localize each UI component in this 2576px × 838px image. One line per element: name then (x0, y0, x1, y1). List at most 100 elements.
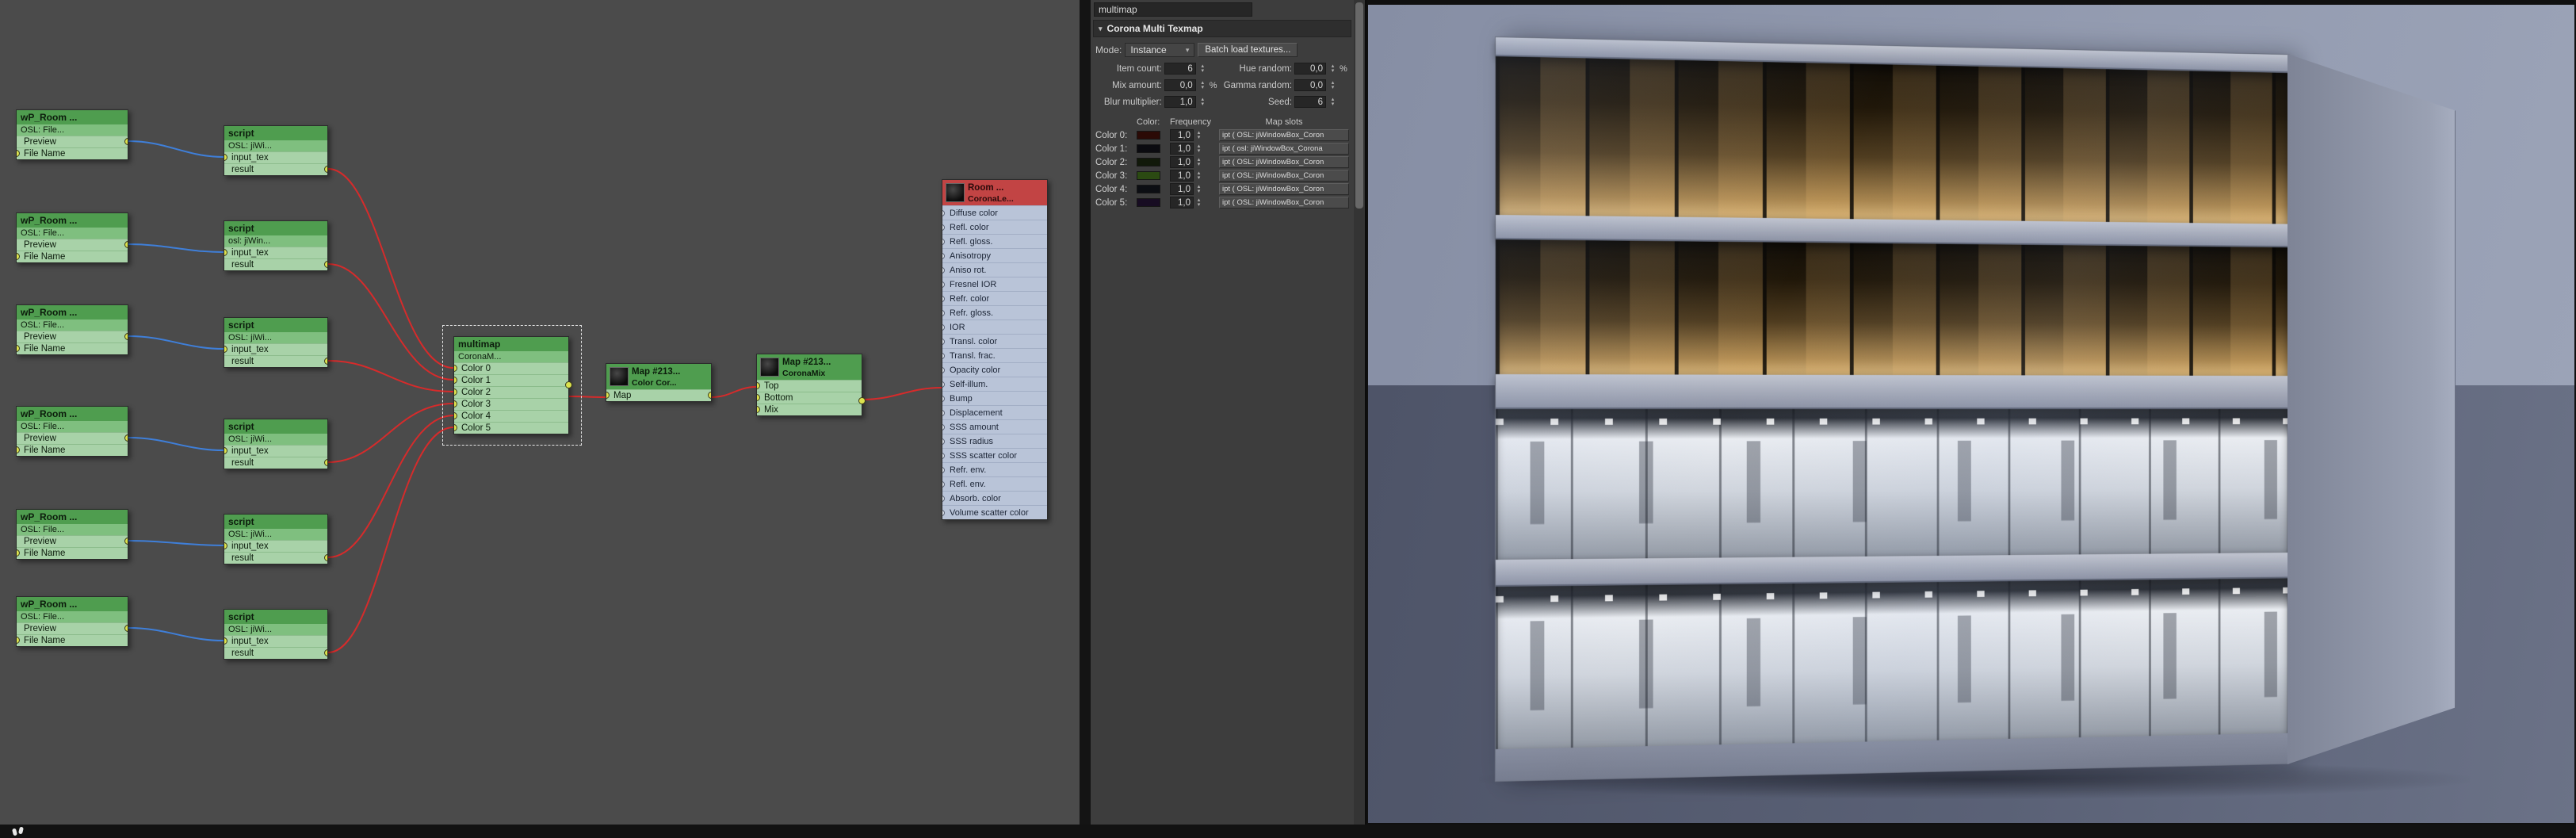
osl-script-node[interactable]: script OSL: jiWi... input_tex result (224, 317, 328, 368)
osl-script-node[interactable]: script OSL: jiWi... input_tex result (224, 419, 328, 469)
input-socket[interactable] (942, 281, 945, 288)
frequency-field[interactable]: 1,0 (1170, 156, 1194, 168)
corona-material-node[interactable]: Room ... CoronaLe... Diffuse color Refl.… (942, 179, 1048, 520)
item-count-spinner[interactable]: ▴▾ (1198, 64, 1207, 74)
input-socket[interactable] (17, 549, 20, 557)
osl-script-node[interactable]: script OSL: jiWi... input_tex result (224, 514, 328, 564)
frequency-spinner[interactable]: ▴▾ (1194, 185, 1203, 194)
map-slot-button[interactable]: ipt ( OSL: jiWindowBox_Coron (1219, 156, 1349, 168)
input-socket[interactable] (17, 150, 20, 157)
multimap-node[interactable]: multimap CoronaM... Color 0 Color 1 (453, 336, 569, 434)
color-swatch[interactable] (1137, 131, 1160, 140)
frequency-spinner[interactable]: ▴▾ (1194, 131, 1203, 140)
color-swatch[interactable] (1137, 198, 1160, 207)
mix-amount-field[interactable]: 0,0 (1164, 79, 1196, 91)
mix-amount-spinner[interactable]: ▴▾ (1198, 81, 1207, 90)
frequency-field[interactable]: 1,0 (1170, 143, 1194, 155)
spinner-down-icon[interactable]: ▾ (1328, 69, 1337, 74)
output-socket[interactable] (124, 625, 128, 632)
input-socket[interactable] (942, 367, 945, 373)
room-bitmap-node[interactable]: wP_Room ... OSL: File... Preview File Na… (16, 304, 128, 355)
input-socket[interactable] (757, 406, 760, 413)
output-socket[interactable] (324, 649, 327, 656)
output-socket[interactable] (708, 392, 711, 399)
input-socket[interactable] (17, 345, 20, 352)
spinner-down-icon[interactable]: ▾ (1194, 189, 1203, 194)
input-socket[interactable] (454, 412, 457, 419)
output-socket[interactable] (124, 333, 128, 340)
input-socket[interactable] (17, 446, 20, 453)
input-socket[interactable] (224, 447, 227, 454)
room-bitmap-node[interactable]: wP_Room ... OSL: File... Preview File Na… (16, 509, 128, 560)
seed-field[interactable]: 6 (1294, 96, 1326, 108)
frequency-spinner[interactable]: ▴▾ (1194, 144, 1203, 154)
scrollbar-thumb[interactable] (1355, 2, 1363, 209)
input-socket[interactable] (942, 481, 945, 488)
input-socket[interactable] (942, 496, 945, 502)
room-bitmap-node[interactable]: wP_Room ... OSL: File... Preview File Na… (16, 596, 128, 647)
map-name-input[interactable] (1094, 2, 1252, 17)
input-socket[interactable] (942, 438, 945, 445)
input-socket[interactable] (606, 392, 610, 399)
node-graph-canvas[interactable]: wP_Room ... OSL: File... Preview File Na… (0, 0, 1080, 825)
spinner-down-icon[interactable]: ▾ (1194, 149, 1203, 154)
input-socket[interactable] (224, 542, 227, 549)
input-socket[interactable] (942, 453, 945, 459)
output-socket[interactable] (324, 261, 327, 268)
map-slot-button[interactable]: ipt ( osl: jiWindowBox_Corona (1219, 143, 1349, 155)
frequency-field[interactable]: 1,0 (1170, 183, 1194, 195)
input-socket[interactable] (942, 267, 945, 274)
output-socket[interactable] (324, 166, 327, 173)
output-socket[interactable] (858, 397, 866, 404)
input-socket[interactable] (224, 249, 227, 256)
item-count-field[interactable]: 6 (1164, 63, 1196, 75)
frequency-field[interactable]: 1,0 (1170, 197, 1194, 209)
input-socket[interactable] (224, 637, 227, 645)
output-socket[interactable] (124, 241, 128, 248)
input-socket[interactable] (454, 400, 457, 408)
room-bitmap-node[interactable]: wP_Room ... OSL: File... Preview File Na… (16, 212, 128, 263)
input-socket[interactable] (942, 467, 945, 473)
input-socket[interactable] (942, 410, 945, 416)
render-viewport[interactable] (1365, 0, 2576, 825)
gamma-random-field[interactable]: 0,0 (1294, 79, 1326, 91)
spinner-down-icon[interactable]: ▾ (1328, 86, 1337, 90)
corona-mix-node[interactable]: Map #213... CoronaMix Top Bottom (756, 354, 862, 416)
output-socket[interactable] (124, 538, 128, 545)
spinner-down-icon[interactable]: ▾ (1198, 69, 1207, 74)
output-socket[interactable] (324, 459, 327, 466)
osl-script-node[interactable]: script osl: jiWin... input_tex result (224, 220, 328, 271)
osl-script-node[interactable]: script OSL: jiWi... input_tex result (224, 125, 328, 176)
input-socket[interactable] (942, 210, 945, 216)
footsteps-icon[interactable] (13, 827, 27, 836)
input-socket[interactable] (757, 382, 760, 389)
input-socket[interactable] (942, 396, 945, 402)
spinner-down-icon[interactable]: ▾ (1194, 136, 1203, 140)
input-socket[interactable] (942, 239, 945, 245)
map-slot-button[interactable]: ipt ( OSL: jiWindowBox_Coron (1219, 129, 1349, 141)
osl-script-node[interactable]: script OSL: jiWi... input_tex result (224, 609, 328, 660)
output-socket[interactable] (124, 138, 128, 145)
input-socket[interactable] (454, 365, 457, 372)
hue-random-field[interactable]: 0,0 (1294, 63, 1326, 75)
seed-spinner[interactable]: ▴▾ (1328, 98, 1337, 107)
input-socket[interactable] (942, 296, 945, 302)
room-bitmap-node[interactable]: wP_Room ... OSL: File... Preview File Na… (16, 109, 128, 160)
input-socket[interactable] (942, 353, 945, 359)
input-socket[interactable] (17, 637, 20, 644)
input-socket[interactable] (942, 224, 945, 231)
frequency-spinner[interactable]: ▴▾ (1194, 198, 1203, 208)
output-socket[interactable] (324, 358, 327, 365)
blur-multiplier-field[interactable]: 1,0 (1164, 96, 1196, 108)
mode-dropdown[interactable]: Instance ▾ (1125, 43, 1194, 57)
color-swatch[interactable] (1137, 158, 1160, 166)
input-socket[interactable] (942, 310, 945, 316)
input-socket[interactable] (757, 394, 760, 401)
input-socket[interactable] (454, 377, 457, 384)
input-socket[interactable] (454, 424, 457, 431)
map-slot-button[interactable]: ipt ( OSL: jiWindowBox_Coron (1219, 170, 1349, 182)
spinner-down-icon[interactable]: ▾ (1194, 203, 1203, 208)
input-socket[interactable] (942, 424, 945, 430)
spinner-down-icon[interactable]: ▾ (1194, 176, 1203, 181)
output-socket[interactable] (565, 381, 572, 388)
